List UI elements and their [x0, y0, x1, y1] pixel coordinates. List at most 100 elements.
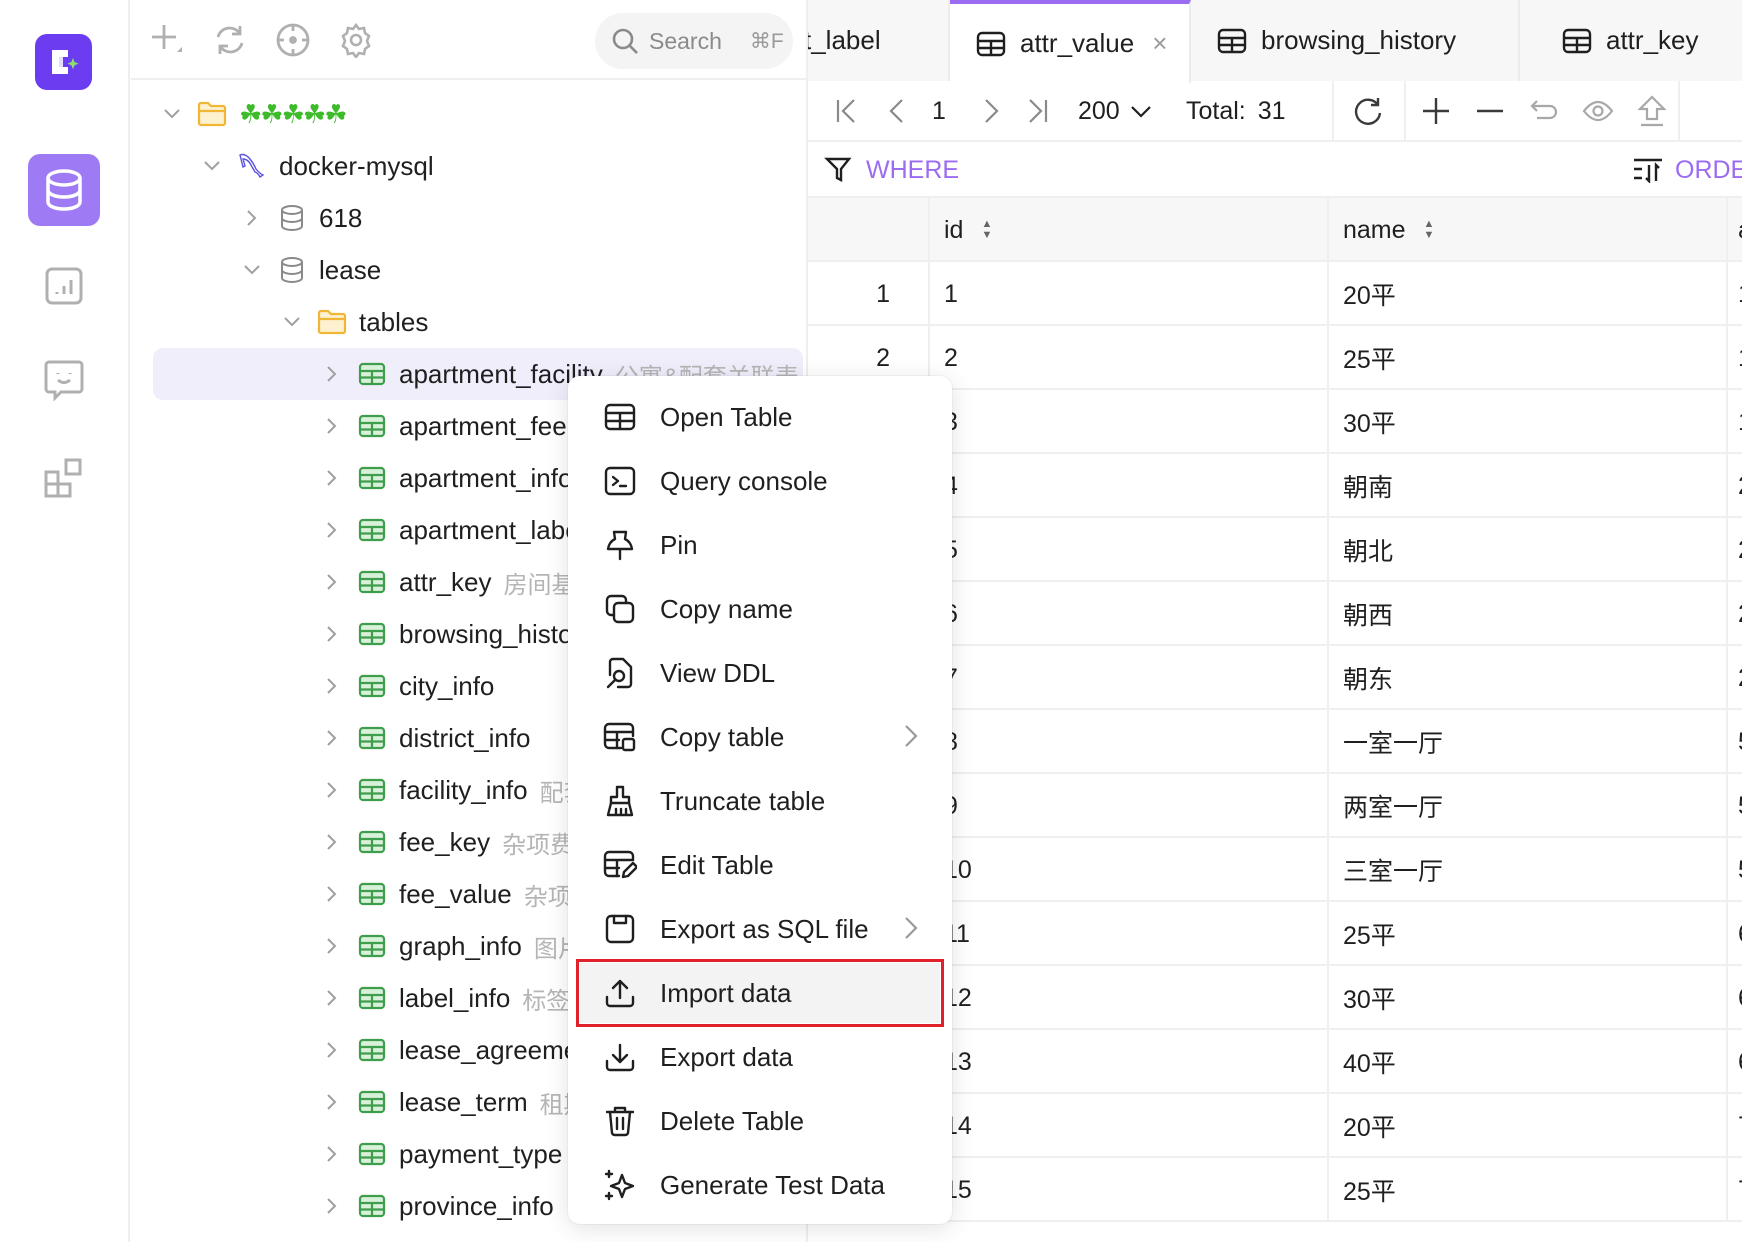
cell-name[interactable]: 三室一厅	[1329, 838, 1728, 902]
column-header-id[interactable]: id ▲ ▼	[930, 198, 1329, 262]
cell-partial[interactable]: 2	[1728, 582, 1742, 646]
chevron-right-icon[interactable]	[321, 779, 343, 801]
commit-button[interactable]	[1636, 95, 1668, 127]
page-size-select[interactable]: 200	[1078, 97, 1152, 126]
cell-id[interactable]: 4	[930, 454, 1329, 518]
cell-id[interactable]: 1	[930, 262, 1329, 326]
cell-partial[interactable]: 2	[1728, 518, 1742, 582]
chevron-right-icon[interactable]	[321, 415, 343, 437]
cell-name[interactable]: 朝南	[1329, 454, 1728, 518]
menu-item-generate-test-data[interactable]: Generate Test Data	[582, 1155, 938, 1215]
tree-connection[interactable]: docker-mysql	[131, 140, 806, 192]
chevron-down-icon[interactable]	[281, 311, 303, 333]
cell-partial[interactable]: 7	[1728, 1158, 1742, 1222]
tree-database[interactable]: 618	[131, 192, 806, 244]
menu-item-import-data[interactable]: Import data	[576, 959, 944, 1027]
cell-partial[interactable]: 5	[1728, 710, 1742, 774]
tab-browsing-history[interactable]: browsing_history	[1191, 0, 1520, 81]
cell-id[interactable]: 12	[930, 966, 1329, 1030]
cell-name[interactable]: 25平	[1329, 902, 1728, 966]
menu-item-copy-name[interactable]: Copy name	[582, 579, 938, 639]
chevron-right-icon[interactable]	[321, 1143, 343, 1165]
tab-attr-value[interactable]: attr_value ×	[950, 0, 1191, 83]
next-page-button[interactable]	[975, 95, 1007, 127]
cell-id[interactable]: 2	[930, 326, 1329, 390]
cell-id[interactable]: 9	[930, 774, 1329, 838]
cell-partial[interactable]: 1	[1728, 390, 1742, 454]
cell-id[interactable]: 7	[930, 646, 1329, 710]
last-page-button[interactable]	[1022, 95, 1054, 127]
activity-chat[interactable]	[28, 345, 100, 417]
tab-attr-key[interactable]: attr_key	[1520, 0, 1742, 81]
column-header-partial[interactable]: a	[1728, 198, 1742, 262]
where-input[interactable]: WHERE	[866, 156, 959, 185]
cell-id[interactable]: 3	[930, 390, 1329, 454]
chevron-right-icon[interactable]	[321, 883, 343, 905]
chevron-right-icon[interactable]	[321, 1091, 343, 1113]
cell-name[interactable]: 30平	[1329, 966, 1728, 1030]
cell-name[interactable]: 25平	[1329, 326, 1728, 390]
chevron-right-icon[interactable]	[321, 727, 343, 749]
chevron-right-icon[interactable]	[321, 935, 343, 957]
chevron-right-icon[interactable]	[321, 623, 343, 645]
chevron-right-icon[interactable]	[321, 987, 343, 1009]
cell-id[interactable]: 15	[930, 1158, 1329, 1222]
preview-button[interactable]	[1582, 95, 1614, 127]
cell-id[interactable]: 10	[930, 838, 1329, 902]
cell-partial[interactable]: 2	[1728, 646, 1742, 710]
activity-dashboard[interactable]	[28, 250, 100, 322]
cell-name[interactable]: 两室一厅	[1329, 774, 1728, 838]
cell-id[interactable]: 14	[930, 1094, 1329, 1158]
delete-row-button[interactable]	[1474, 95, 1506, 127]
chevron-right-icon[interactable]	[321, 1039, 343, 1061]
cell-partial[interactable]: 6	[1728, 966, 1742, 1030]
cell-id[interactable]: 13	[930, 1030, 1329, 1094]
cell-name[interactable]: 朝西	[1329, 582, 1728, 646]
cell-partial[interactable]: 6	[1728, 902, 1742, 966]
cell-partial[interactable]: 5	[1728, 774, 1742, 838]
chevron-right-icon[interactable]	[321, 363, 343, 385]
tree-folder-tables[interactable]: tables	[131, 296, 806, 348]
chevron-right-icon[interactable]	[321, 467, 343, 489]
menu-item-delete-table[interactable]: Delete Table	[582, 1091, 938, 1151]
menu-item-export-as-sql-file[interactable]: Export as SQL file	[582, 899, 938, 959]
menu-item-pin[interactable]: Pin	[582, 515, 938, 575]
refresh-button[interactable]	[212, 22, 248, 58]
sort-icon[interactable]: ▲ ▼	[981, 219, 992, 241]
cell-partial[interactable]: 2	[1728, 454, 1742, 518]
add-row-button[interactable]	[1420, 95, 1452, 127]
cell-name[interactable]: 25平	[1329, 1158, 1728, 1222]
chevron-down-icon[interactable]	[241, 259, 263, 281]
cell-name[interactable]: 朝东	[1329, 646, 1728, 710]
menu-item-open-table[interactable]: Open Table	[582, 387, 938, 447]
activity-database[interactable]	[28, 154, 100, 226]
menu-item-view-ddl[interactable]: View DDL	[582, 643, 938, 703]
menu-item-export-data[interactable]: Export data	[582, 1027, 938, 1087]
cell-partial[interactable]: 7	[1728, 1094, 1742, 1158]
prev-page-button[interactable]	[881, 95, 913, 127]
column-header-name[interactable]: name ▲ ▼	[1329, 198, 1728, 262]
page-number[interactable]: 1	[932, 97, 946, 126]
reload-button[interactable]	[1352, 95, 1384, 127]
menu-item-edit-table[interactable]: Edit Table	[582, 835, 938, 895]
sort-icon[interactable]: ▲ ▼	[1424, 219, 1435, 241]
menu-item-copy-table[interactable]: Copy table	[582, 707, 938, 767]
cell-id[interactable]: 8	[930, 710, 1329, 774]
cell-id[interactable]: 11	[930, 902, 1329, 966]
search-input[interactable]: Search ⌘F	[595, 13, 793, 69]
chevron-right-icon[interactable]	[321, 519, 343, 541]
cell-partial[interactable]: 1	[1728, 326, 1742, 390]
settings-button[interactable]	[338, 22, 374, 58]
add-connection-button[interactable]	[149, 22, 185, 58]
menu-item-truncate-table[interactable]: Truncate table	[582, 771, 938, 831]
cell-id[interactable]: 5	[930, 518, 1329, 582]
cell-partial[interactable]: 1	[1728, 262, 1742, 326]
chevron-right-icon[interactable]	[321, 571, 343, 593]
table-row[interactable]: 1120平1	[808, 262, 1742, 326]
chevron-right-icon[interactable]	[321, 1195, 343, 1217]
tree-database[interactable]: lease	[131, 244, 806, 296]
locate-button[interactable]	[275, 22, 311, 58]
first-page-button[interactable]	[830, 95, 862, 127]
menu-item-query-console[interactable]: Query console	[582, 451, 938, 511]
tree-group[interactable]: ☘☘☘☘☘	[131, 88, 806, 140]
